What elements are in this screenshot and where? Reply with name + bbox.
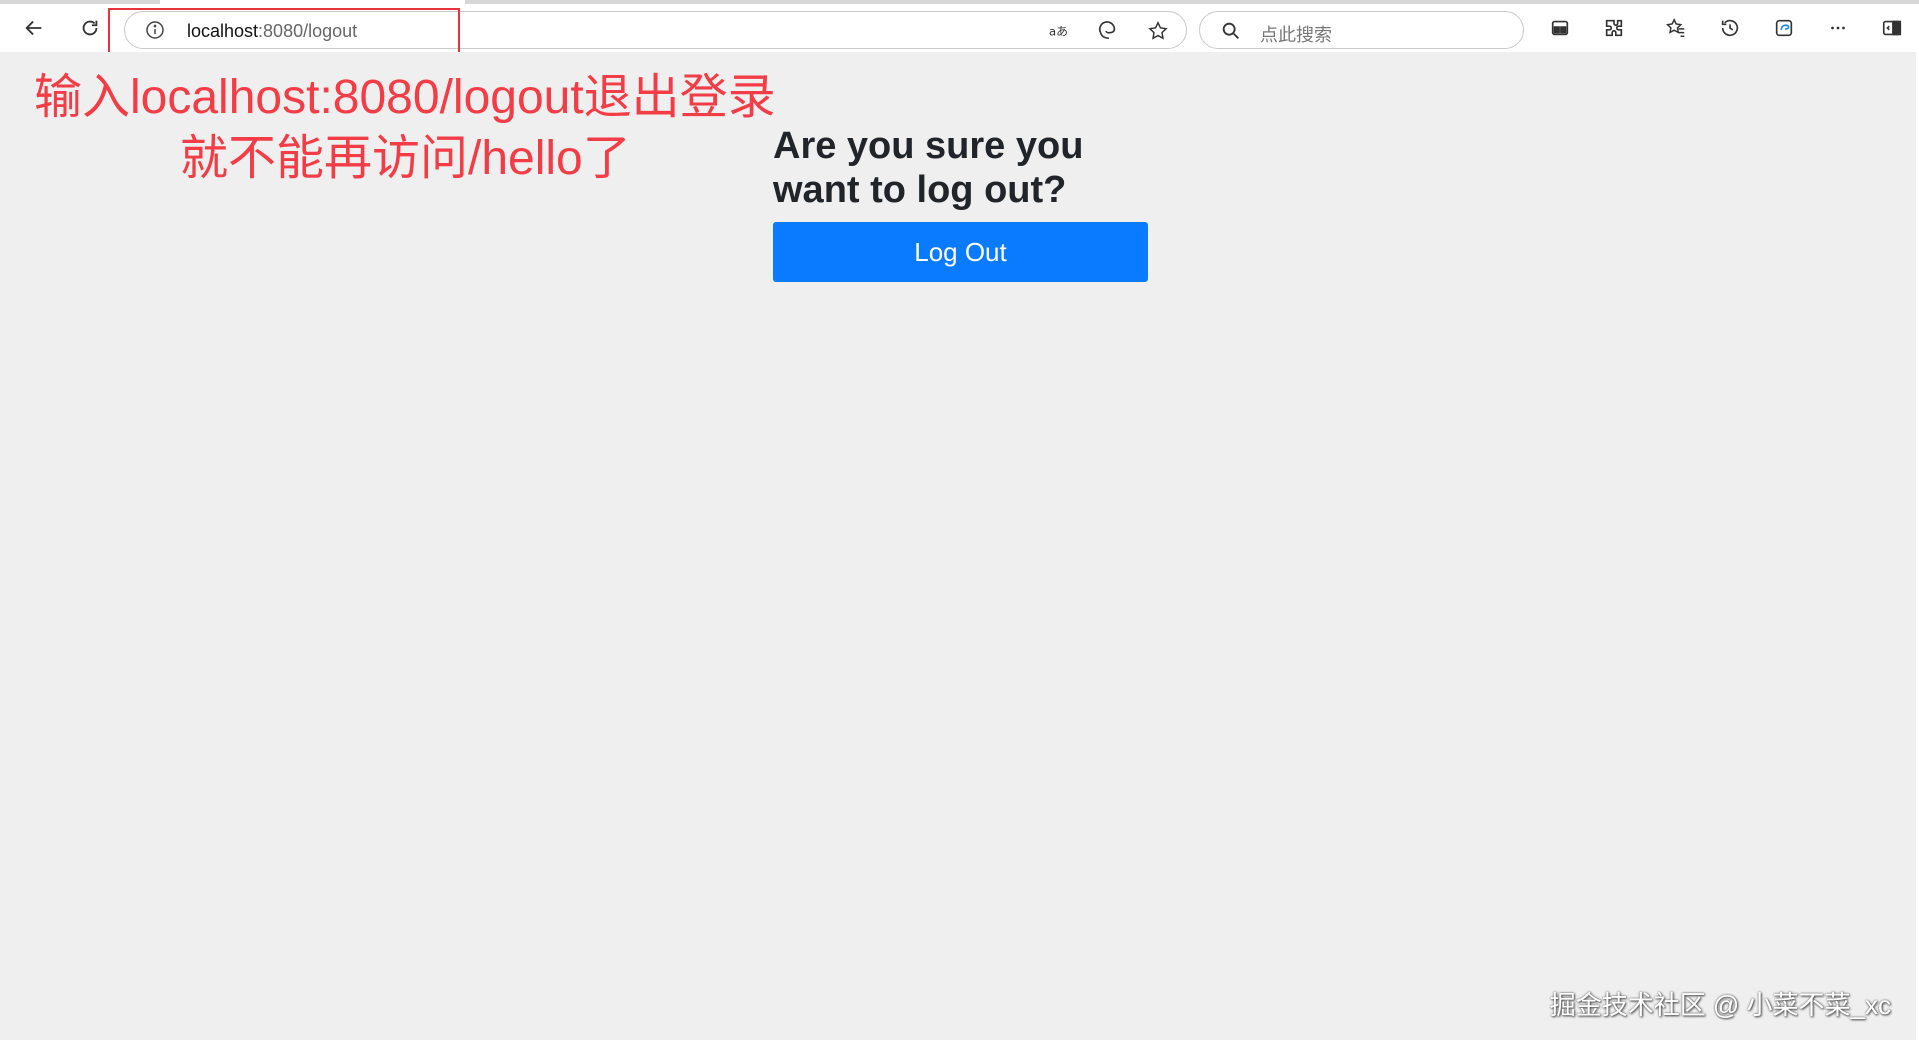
search-placeholder: 点此搜索 (1260, 25, 1332, 45)
read-aloud-icon[interactable]: aあ (1045, 18, 1071, 44)
favorites-icon[interactable] (1658, 10, 1694, 46)
history-icon[interactable] (1712, 10, 1748, 46)
logout-form: Are you sure you want to log out? Log Ou… (773, 124, 1151, 282)
search-box[interactable]: 点此搜索 (1199, 11, 1524, 49)
annotation-line-2: 就不能再访问/hello了 (180, 132, 631, 185)
page-heading: Are you sure you want to log out? (773, 125, 1084, 211)
collections-icon[interactable] (1766, 10, 1802, 46)
extensions-icon[interactable] (1596, 10, 1632, 46)
edge-icon[interactable] (1095, 18, 1121, 44)
more-icon[interactable] (1820, 10, 1856, 46)
refresh-icon[interactable] (72, 10, 108, 46)
split-screen-icon[interactable] (1542, 10, 1578, 46)
watermark: 掘金技术社区 @ 小菜不菜_xc (1549, 990, 1891, 1020)
svg-text:aあ: aあ (1049, 25, 1068, 39)
back-arrow-icon[interactable] (16, 10, 52, 46)
sidebar-icon[interactable] (1874, 10, 1910, 46)
page-viewport: 输入localhost:8080/logout退出登录 就不能再访问/hello… (0, 52, 1919, 1040)
search-icon (1222, 22, 1239, 39)
log-out-button[interactable]: Log Out (773, 222, 1148, 282)
star-icon[interactable] (1145, 18, 1171, 44)
annotation-line-1: 输入localhost:8080/logout退出登录 (34, 71, 776, 124)
